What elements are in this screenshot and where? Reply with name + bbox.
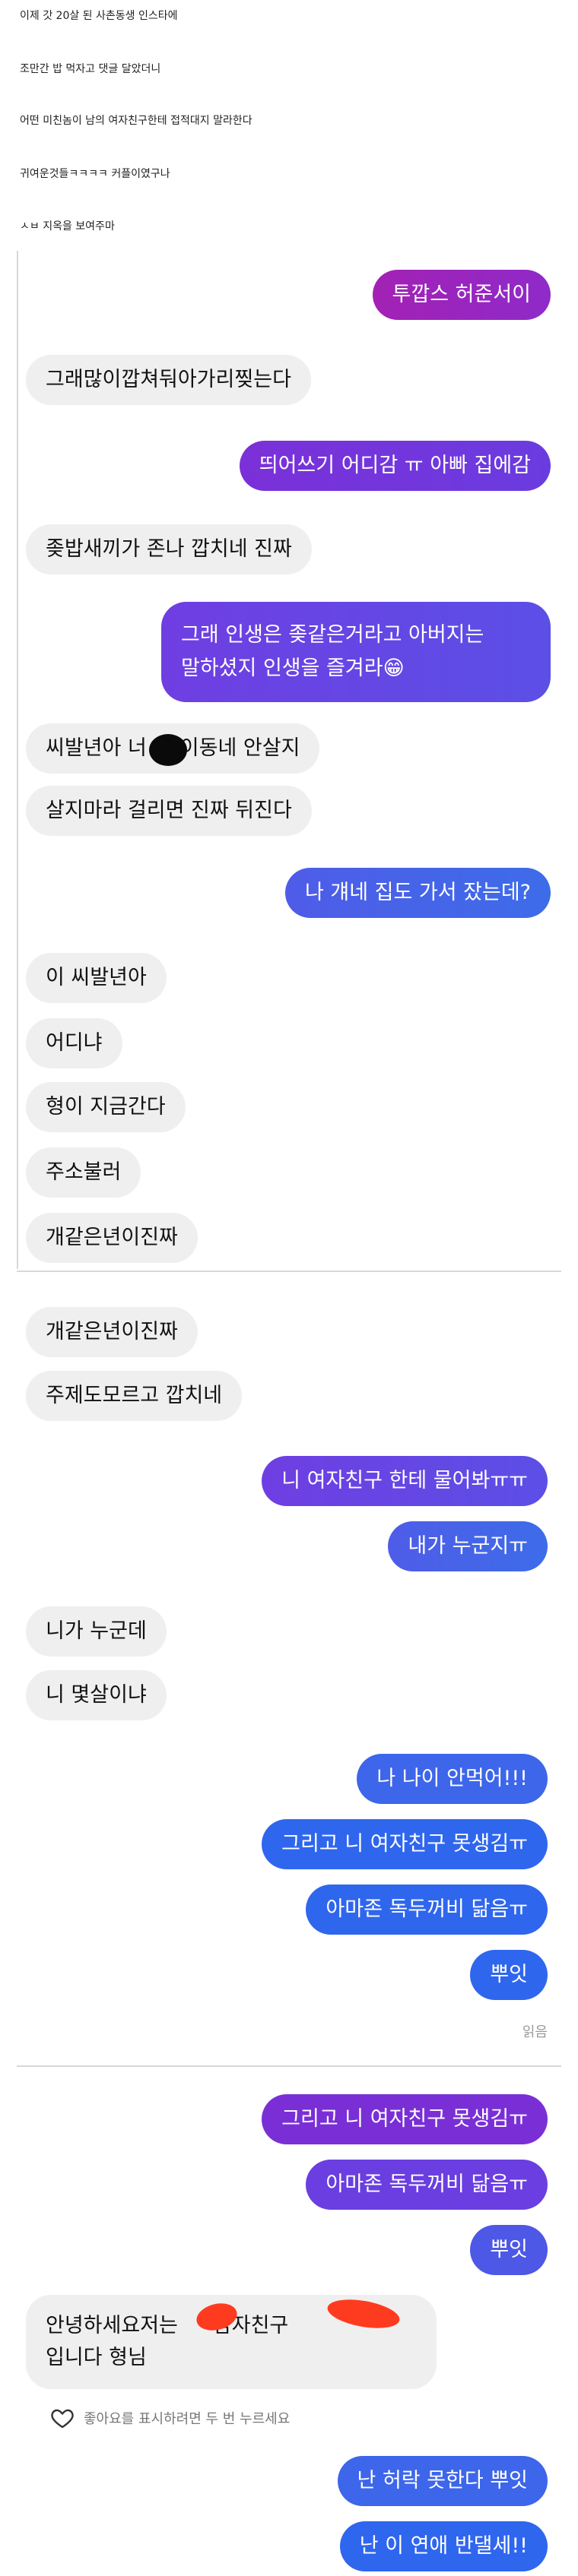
censor-scribble [149,734,187,766]
like-hint-text: 좋아요를 표시하려면 두 번 누르세요 [84,2411,291,2427]
screenshot-border [17,251,18,1269]
received-message: 니 몇살이냐 [26,1670,167,1720]
sent-message: 니 여자친구 한테 물어봐ㅠㅠ [262,1456,548,1506]
message-text-part: 안녕하세요저는 [46,2314,178,2337]
sent-message: 그래 인생은 좆같은거라고 아버지는 말하셨지 인생을 즐겨라😁 [161,602,551,702]
message-line: 그래 인생은 좆같은거라고 아버지는 [181,623,484,647]
sent-message: 아마존 독두꺼비 닮음ㅠ [306,1885,548,1935]
sent-message: 그리고 니 여자친구 못생김ㅠ [262,1819,548,1869]
intro-line-3: 어떤 미친놈이 남의 여자친구한테 접적대지 말라한다 [20,115,252,127]
like-hint-row[interactable]: 좋아요를 표시하려면 두 번 누르세요 [50,2406,290,2430]
intro-line-5: ㅅㅂ 지옥을 보여주마 [20,220,115,233]
message-text-part: 이동네 안살지 [179,736,300,760]
sent-message: 투깝스 허준서이 [372,270,551,320]
received-message: 그래많이깝쳐둬아가리찢는다 [26,355,311,405]
received-message: 형이 지금간다 [26,1082,186,1132]
sent-message: 아마존 독두꺼비 닮음ㅠ [306,2160,548,2210]
received-message: 이 씨발년아 [26,953,167,1003]
sent-message: 내가 누군지ㅠ [388,1521,548,1571]
received-message: 좆밥새끼가 존나 깝치네 진짜 [26,524,312,574]
intro-line-4: 귀여운것들ㅋㅋㅋㅋ 커플이였구나 [20,168,170,180]
message-text-part: 입니다 형님 [46,2346,147,2369]
received-message: 주제도모르고 깝치네 [26,1371,243,1421]
received-message: 주소불러 [26,1147,141,1198]
sent-message: 나 나이 안먹어!!! [357,1754,548,1804]
sent-message: 난 허락 못한다 뿌잇 [337,2456,548,2506]
sent-message: 난 이 연애 반댈세!! [339,2521,548,2571]
received-message: 살지마라 걸리면 진짜 뒤진다 [26,786,312,836]
received-message: 어디냐 [26,1018,122,1068]
intro-line-2: 조만간 밥 먹자고 댓글 달았더니 [20,63,161,75]
screenshot-divider [17,2065,561,2067]
message-text-part: 씨발년아 너 [46,736,147,760]
message-line: 말하셨지 인생을 즐겨라😁 [181,657,405,680]
sent-message: 띄어쓰기 어디감 ㅠ 아빠 집에감 [239,441,551,491]
sent-message: 뿌잇 [470,1950,548,2000]
screenshot-divider [17,1271,561,1272]
sent-message: 뿌잇 [470,2225,548,2275]
intro-line-1: 이제 갓 20살 된 사촌동생 인스타에 [20,10,178,22]
sent-message: 그리고 니 여자친구 못생김ㅠ [262,2094,548,2144]
heart-icon[interactable] [50,2406,75,2430]
received-message: 니가 누군데 [26,1606,167,1657]
received-message: 개같은년이진짜 [26,1307,198,1357]
received-message: 개같은년이진짜 [26,1213,198,1263]
read-receipt: 읽음 [522,2024,548,2040]
sent-message: 나 걔네 집도 가서 잤는데? [284,868,551,918]
